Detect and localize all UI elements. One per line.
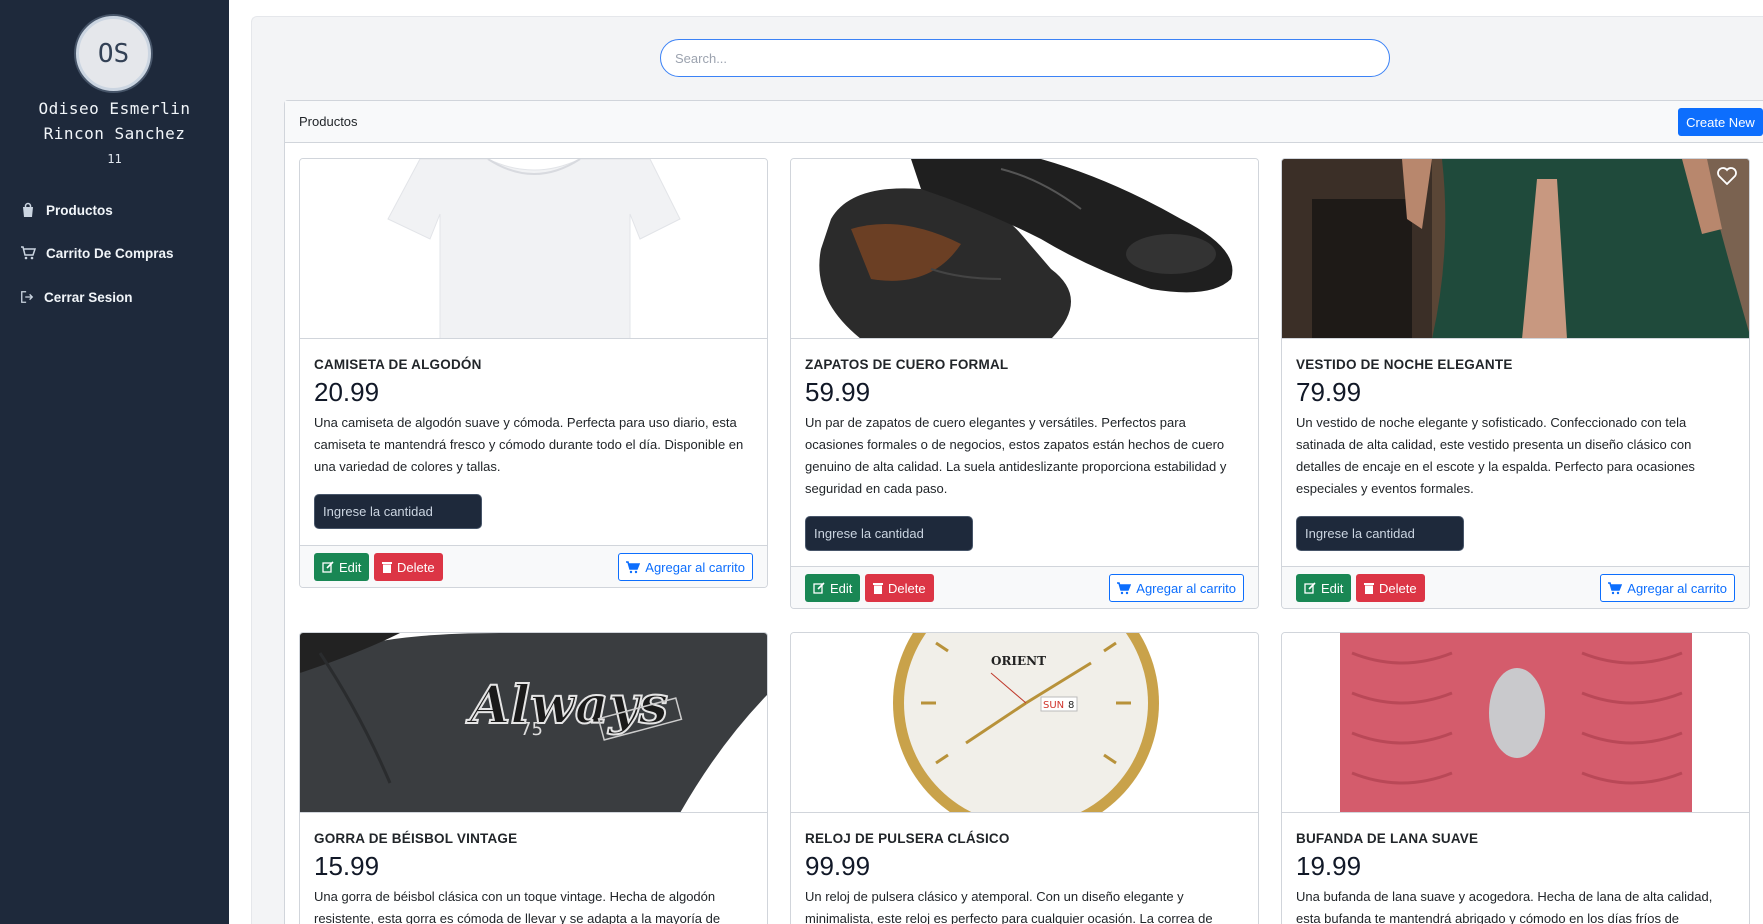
quantity-input[interactable] [805, 516, 973, 551]
product-card: ORIENT SUN 8 RELOJ DE PULSERA CLÁSICO 99… [790, 632, 1259, 924]
product-name: CAMISETA DE ALGODÓN [314, 357, 482, 372]
sidebar-item-productos[interactable]: Productos [20, 198, 113, 222]
card-footer: Edit Delete Agregar al carrito [1282, 566, 1749, 608]
cart-icon [1117, 581, 1132, 594]
user-name-line2: Rincon Sanchez [43, 124, 186, 143]
edit-icon [1304, 582, 1316, 594]
product-description: Un reloj de pulsera clásico y atemporal.… [805, 889, 1213, 924]
products-panel-title: Productos [299, 114, 358, 129]
quantity-input[interactable] [314, 494, 482, 529]
product-image [1282, 633, 1749, 813]
shoes-image [791, 159, 1258, 338]
products-panel-header: Productos Create New [285, 101, 1763, 143]
watch-day-text: SUN [1043, 700, 1064, 711]
add-to-cart-button[interactable]: Agregar al carrito [1109, 574, 1244, 602]
card-footer: Edit Delete Agregar al carrito [791, 566, 1258, 608]
delete-button[interactable]: Delete [374, 553, 443, 581]
user-id: 11 [107, 152, 122, 166]
card-footer: Edit Delete Agregar al carrito [300, 545, 767, 587]
product-price: 99.99 [805, 851, 871, 881]
product-name: ZAPATOS DE CUERO FORMAL [805, 357, 1009, 372]
dress-image [1282, 159, 1749, 338]
product-price: 59.99 [805, 377, 871, 407]
sidebar-item-label: Carrito De Compras [46, 245, 174, 261]
product-name: RELOJ DE PULSERA CLÁSICO [805, 831, 1010, 846]
avatar: OS [76, 16, 151, 91]
watch-image: ORIENT SUN 8 [791, 633, 1258, 812]
sidebar: OS Odiseo Esmerlin Rincon Sanchez 11 Pro… [0, 0, 229, 924]
product-image: Always 75 [300, 633, 767, 813]
shopping-bag-icon [23, 202, 33, 217]
edit-icon [813, 582, 825, 594]
edit-button[interactable]: Edit [805, 574, 861, 602]
main-content: Productos Create New CAMISETA DE ALGODÓN… [229, 0, 1763, 924]
product-card: Always 75 GORRA DE BÉISBOL VINTAGE 15.99… [299, 632, 768, 924]
edit-label: Edit [1321, 580, 1344, 596]
delete-label: Delete [397, 559, 435, 575]
product-image [791, 159, 1258, 339]
user-name-line1: Odiseo Esmerlin [38, 99, 191, 118]
scarf-image [1282, 633, 1749, 812]
edit-icon [322, 561, 334, 573]
heart-icon[interactable] [1717, 167, 1737, 185]
product-name: BUFANDA DE LANA SUAVE [1296, 831, 1479, 846]
delete-button[interactable]: Delete [1356, 574, 1425, 602]
trash-icon [382, 562, 392, 573]
product-price: 19.99 [1296, 851, 1362, 881]
edit-label: Edit [339, 559, 362, 575]
sidebar-item-label: Productos [46, 202, 113, 218]
cart-icon [21, 246, 36, 260]
tshirt-image [300, 159, 767, 338]
product-card: ZAPATOS DE CUERO FORMAL 59.99 Un par de … [790, 158, 1259, 609]
quantity-input[interactable] [1296, 516, 1464, 551]
cap-number-text: 75 [520, 719, 543, 740]
cap-image: Always 75 [300, 633, 767, 812]
product-price: 20.99 [314, 377, 380, 407]
cart-icon [1608, 581, 1623, 594]
product-image [300, 159, 767, 339]
delete-label: Delete [1379, 580, 1417, 596]
delete-label: Delete [888, 580, 926, 596]
product-description: Un vestido de noche elegante y sofistica… [1296, 415, 1695, 496]
product-price: 15.99 [314, 851, 380, 881]
sidebar-item-cerrar-sesion[interactable]: Cerrar Sesion [20, 285, 133, 309]
sidebar-item-label: Cerrar Sesion [44, 289, 133, 305]
product-image [1282, 159, 1749, 339]
product-card: CAMISETA DE ALGODÓN 20.99 Una camiseta d… [299, 158, 768, 588]
product-card: BUFANDA DE LANA SUAVE 19.99 Una bufanda … [1281, 632, 1750, 924]
product-description: Una camiseta de algodón suave y cómoda. … [314, 415, 744, 474]
product-card: VESTIDO DE NOCHE ELEGANTE 79.99 Un vesti… [1281, 158, 1750, 609]
trash-icon [1364, 583, 1374, 594]
delete-button[interactable]: Delete [865, 574, 934, 602]
watch-brand-text: ORIENT [991, 654, 1046, 668]
edit-button[interactable]: Edit [314, 553, 370, 581]
sign-out-icon [21, 291, 34, 303]
cap-logo-text: Always [465, 675, 668, 736]
edit-label: Edit [830, 580, 853, 596]
product-price: 79.99 [1296, 377, 1362, 407]
sidebar-item-carrito[interactable]: Carrito De Compras [20, 241, 174, 265]
product-description: Una gorra de béisbol clásica con un toqu… [314, 889, 721, 924]
product-description: Un par de zapatos de cuero elegantes y v… [805, 415, 1227, 496]
product-name: VESTIDO DE NOCHE ELEGANTE [1296, 357, 1513, 372]
watch-date-text: 8 [1068, 700, 1074, 711]
cart-icon [626, 560, 641, 573]
product-image: ORIENT SUN 8 [791, 633, 1258, 813]
product-description: Una bufanda de lana suave y acogedora. H… [1296, 889, 1713, 924]
add-to-cart-label: Agregar al carrito [1627, 580, 1727, 596]
edit-button[interactable]: Edit [1296, 574, 1352, 602]
add-to-cart-label: Agregar al carrito [1136, 580, 1236, 596]
user-name: Odiseo Esmerlin Rincon Sanchez [0, 96, 229, 146]
create-new-button[interactable]: Create New [1678, 108, 1763, 136]
search-input[interactable] [660, 39, 1390, 77]
add-to-cart-button[interactable]: Agregar al carrito [618, 553, 753, 581]
trash-icon [873, 583, 883, 594]
add-to-cart-label: Agregar al carrito [645, 559, 745, 575]
add-to-cart-button[interactable]: Agregar al carrito [1600, 574, 1735, 602]
product-name: GORRA DE BÉISBOL VINTAGE [314, 831, 518, 846]
